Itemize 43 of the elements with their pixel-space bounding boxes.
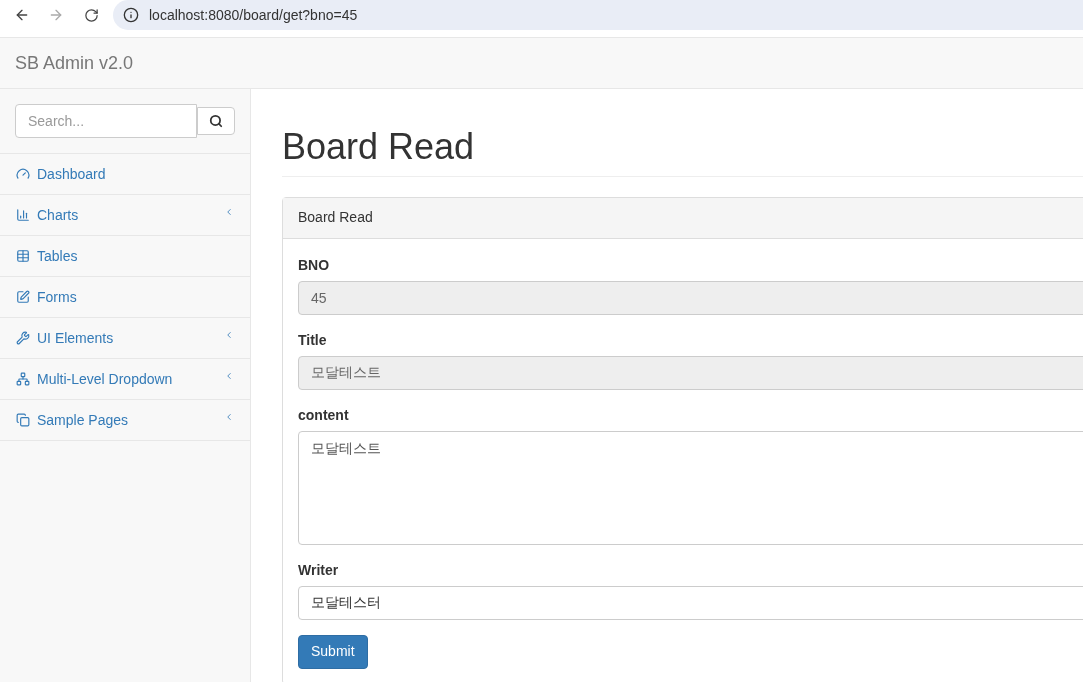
field-label: content bbox=[298, 405, 350, 425]
search-icon bbox=[209, 114, 223, 128]
bar-chart-icon bbox=[16, 208, 30, 222]
sidebar-item[interactable]: Dashboard bbox=[0, 154, 250, 195]
field-label: Writer bbox=[298, 560, 340, 580]
caret-icon bbox=[224, 412, 234, 422]
caret-icon bbox=[224, 371, 234, 381]
reload-icon[interactable] bbox=[84, 7, 99, 23]
sidebar-item[interactable]: Tables bbox=[0, 236, 250, 277]
sidebar-item[interactable]: Forms bbox=[0, 277, 250, 318]
gauge-icon bbox=[16, 167, 30, 181]
caret-icon bbox=[224, 207, 234, 217]
search-button[interactable] bbox=[197, 107, 235, 135]
brand-link[interactable]: SB Admin v2.0 bbox=[15, 49, 134, 77]
sidebar-item[interactable]: UI Elements bbox=[0, 318, 250, 359]
sidebar-label: Tables bbox=[37, 246, 78, 266]
sidebar-item[interactable]: Charts bbox=[0, 195, 250, 236]
field-label: BNO bbox=[298, 255, 331, 275]
caret-icon bbox=[224, 330, 234, 340]
copy-icon bbox=[16, 413, 30, 427]
address-bar[interactable]: localhost:8080/board/get?bno=45 bbox=[113, 0, 1083, 30]
back-icon[interactable] bbox=[14, 7, 30, 23]
content-field[interactable]: 모달테스트 bbox=[298, 430, 1083, 545]
wrench-icon bbox=[16, 331, 30, 345]
search-field[interactable]: Search... bbox=[15, 104, 197, 138]
page-heading: Board Read bbox=[282, 127, 1083, 177]
sidebar-label: Multi-Level Dropdown bbox=[37, 369, 173, 389]
info-icon[interactable] bbox=[123, 7, 139, 23]
sidebar-item[interactable]: Sample Pages bbox=[0, 400, 250, 441]
edit-icon bbox=[16, 290, 30, 304]
sidebar-label: Charts bbox=[37, 205, 79, 225]
url-text: localhost:8080/board/get?bno=45 bbox=[149, 5, 358, 25]
sidebar-label: Forms bbox=[37, 287, 77, 307]
field-label: Title bbox=[298, 330, 328, 350]
submit-button[interactable]: Submit bbox=[298, 634, 368, 669]
sidebar-label: Sample Pages bbox=[37, 410, 129, 430]
sidebar-item[interactable]: Multi-Level Dropdown bbox=[0, 359, 250, 400]
hierarchy-icon bbox=[16, 372, 30, 386]
input-field[interactable]: 모달테스터 bbox=[298, 585, 1083, 620]
sidebar-label: Dashboard bbox=[37, 164, 106, 184]
sidebar-label: UI Elements bbox=[37, 328, 114, 348]
table-icon bbox=[16, 249, 30, 263]
panel-title: Board Read bbox=[298, 208, 373, 228]
